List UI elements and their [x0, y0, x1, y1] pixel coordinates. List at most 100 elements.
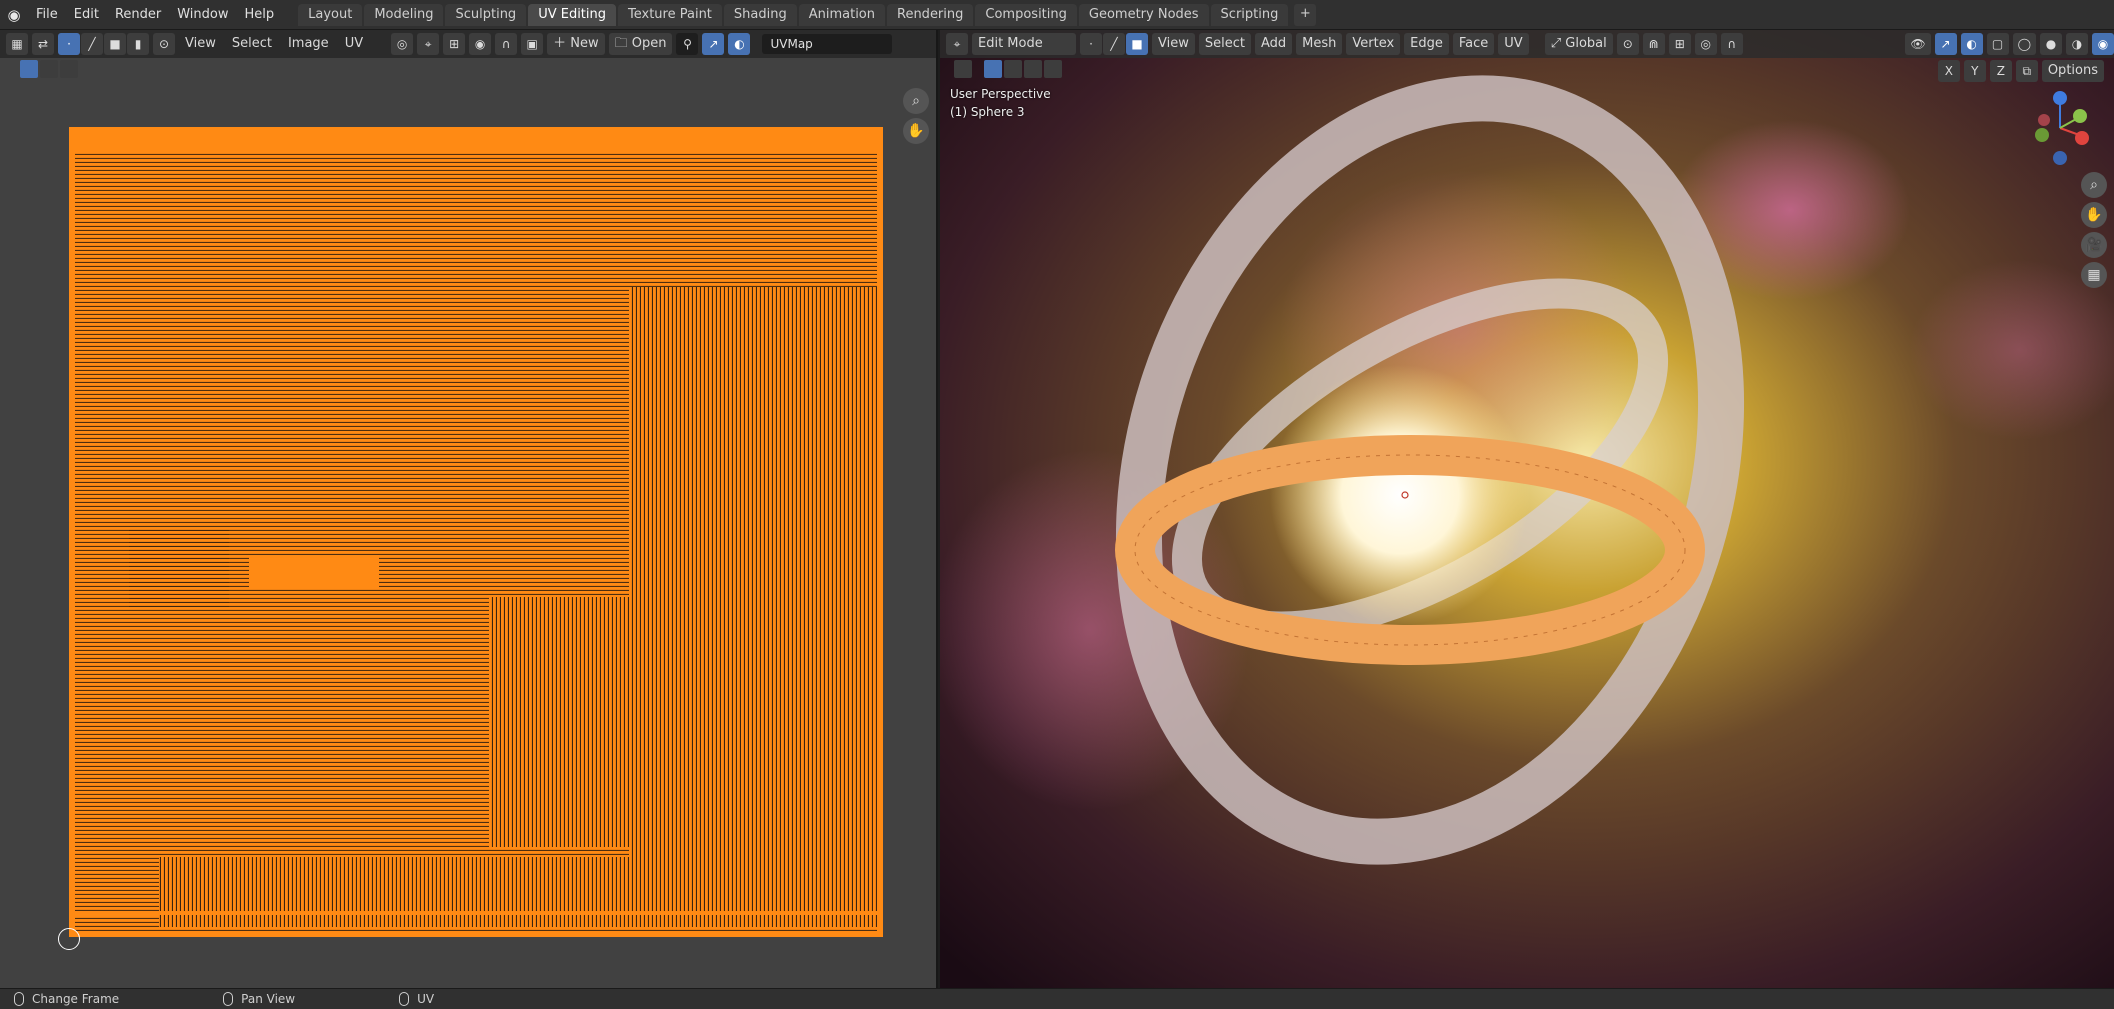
uvmap-field[interactable]: UVMap: [762, 34, 893, 54]
face-mode-icon[interactable]: ■: [1126, 33, 1148, 55]
uv-menu-view[interactable]: View: [179, 33, 222, 55]
status-change-frame-label: Change Frame: [32, 992, 120, 1006]
viewport-header: ⌖ Edit Mode · ╱ ■ View Select Add Mesh V…: [940, 30, 2114, 58]
tab-compositing[interactable]: Compositing: [975, 3, 1077, 26]
viewport-gizmo-icon[interactable]: ↗: [1934, 33, 1957, 55]
menu-help[interactable]: Help: [237, 4, 283, 26]
tab-uv-editing[interactable]: UV Editing: [528, 3, 617, 26]
new-image-label: New: [570, 36, 599, 51]
sticky-select-icon[interactable]: ⊙: [153, 33, 175, 55]
status-pan-view-label: Pan View: [241, 992, 296, 1006]
edge-mode-icon[interactable]: ╱: [1103, 33, 1125, 55]
shading-wireframe-icon[interactable]: ◯: [2012, 33, 2036, 55]
pivot-point-icon[interactable]: ⊙: [1616, 33, 1639, 55]
snap-increment-icon[interactable]: ⊞: [1668, 33, 1691, 55]
viewport-menu-edge[interactable]: Edge: [1404, 33, 1449, 55]
options-dropdown[interactable]: Options: [2041, 60, 2104, 82]
pan-hand-icon[interactable]: ✋: [903, 118, 929, 144]
select-sub-icon[interactable]: [1024, 60, 1042, 78]
select-new-icon[interactable]: [984, 60, 1002, 78]
auto-merge-icon[interactable]: ⧉: [2015, 60, 2038, 82]
menu-file[interactable]: File: [28, 4, 66, 26]
add-workspace-button[interactable]: +: [1294, 3, 1317, 26]
menu-render[interactable]: Render: [107, 4, 169, 26]
select-extend-icon[interactable]: [40, 60, 58, 78]
proportional-falloff-icon[interactable]: ∩: [1720, 33, 1743, 55]
snap-icon[interactable]: ⌖: [417, 33, 440, 55]
shading-material-icon[interactable]: ◑: [2066, 33, 2088, 55]
snap-magnet-icon[interactable]: ⋒: [1642, 33, 1665, 55]
open-image-button[interactable]: 🗀 Open: [608, 33, 673, 55]
editor-type-icon[interactable]: ▦: [6, 33, 28, 55]
viewport-menu-add[interactable]: Add: [1254, 33, 1293, 55]
image-browse-icon[interactable]: ▣: [521, 33, 544, 55]
tab-modeling[interactable]: Modeling: [364, 3, 444, 26]
face-select-icon[interactable]: ■: [104, 33, 126, 55]
status-uv-label: UV: [417, 992, 435, 1006]
tab-shading[interactable]: Shading: [723, 3, 797, 26]
viewport-menu-uv[interactable]: UV: [1498, 33, 1529, 55]
3d-viewport: ⌖ Edit Mode · ╱ ■ View Select Add Mesh V…: [940, 30, 2114, 988]
menu-window[interactable]: Window: [169, 4, 236, 26]
viewport-scene[interactable]: [940, 30, 2114, 988]
select-add-icon[interactable]: [1004, 60, 1022, 78]
select-invert-icon[interactable]: [1044, 60, 1062, 78]
uv-menu-select[interactable]: Select: [226, 33, 278, 55]
select-box-icon[interactable]: [20, 60, 38, 78]
uv-map-canvas[interactable]: [69, 127, 883, 937]
viewport-menu-view[interactable]: View: [1152, 33, 1195, 55]
vertex-mode-icon[interactable]: ·: [1080, 33, 1102, 55]
shading-solid-icon[interactable]: ●: [2040, 33, 2062, 55]
status-uv: UV: [399, 992, 434, 1006]
viewport-menu-face[interactable]: Face: [1452, 33, 1495, 55]
shading-rendered-icon[interactable]: ◉: [2092, 33, 2114, 55]
mirror-y-toggle[interactable]: Y: [1963, 60, 1986, 82]
blender-logo-icon[interactable]: ◉: [0, 0, 28, 30]
mirror-z-toggle[interactable]: Z: [1989, 60, 2012, 82]
tab-scripting[interactable]: Scripting: [1210, 3, 1289, 26]
uv-menu-uv[interactable]: UV: [339, 33, 369, 55]
tab-sculpting[interactable]: Sculpting: [445, 3, 527, 26]
visibility-icon[interactable]: 👁: [1905, 33, 1931, 55]
orientation-dropdown[interactable]: ⤢ Global: [1544, 33, 1613, 55]
tab-texture-paint[interactable]: Texture Paint: [618, 3, 722, 26]
viewport-editor-type-icon[interactable]: ⌖: [946, 33, 968, 55]
proportional-edit-icon[interactable]: ◉: [469, 33, 492, 55]
mirror-x-toggle[interactable]: X: [1937, 60, 1960, 82]
mode-dropdown[interactable]: Edit Mode: [972, 33, 1076, 55]
pivot-icon[interactable]: ◎: [391, 33, 414, 55]
viewport-menu-select[interactable]: Select: [1198, 33, 1251, 55]
viewport-pan-icon[interactable]: ✋: [2081, 202, 2107, 228]
viewport-overlay-icon[interactable]: ◐: [1960, 33, 1983, 55]
proportional-editing-icon[interactable]: ◎: [1694, 33, 1717, 55]
top-bar: ◉ File Edit Render Window Help Layout Mo…: [0, 0, 2114, 30]
select-subtract-icon[interactable]: [60, 60, 78, 78]
camera-view-icon[interactable]: 🎥: [2081, 232, 2107, 258]
viewport-zoom-icon[interactable]: ⌕: [2081, 172, 2107, 198]
snap-target-icon[interactable]: ⊞: [443, 33, 466, 55]
uv-menu-image[interactable]: Image: [282, 33, 335, 55]
xray-icon[interactable]: ▢: [1986, 33, 2009, 55]
navigation-gizmo[interactable]: [2020, 88, 2100, 168]
tab-rendering[interactable]: Rendering: [887, 3, 974, 26]
tab-layout[interactable]: Layout: [298, 3, 363, 26]
menu-edit[interactable]: Edit: [66, 4, 107, 26]
new-image-button[interactable]: ＋ New: [547, 33, 605, 55]
edge-select-icon[interactable]: ╱: [81, 33, 103, 55]
cursor-2d-icon: [58, 928, 80, 950]
viewport-menu-mesh[interactable]: Mesh: [1296, 33, 1343, 55]
viewport-subheader: [940, 58, 1062, 80]
vertex-select-icon[interactable]: ·: [58, 33, 80, 55]
tool-active-icon[interactable]: [954, 60, 972, 78]
falloff-icon[interactable]: ∩: [495, 33, 518, 55]
viewport-menu-vertex[interactable]: Vertex: [1346, 33, 1401, 55]
tab-geometry-nodes[interactable]: Geometry Nodes: [1078, 3, 1209, 26]
sync-selection-icon[interactable]: ⇄: [32, 33, 54, 55]
pin-icon[interactable]: ⚲: [676, 33, 699, 55]
gizmo-toggle-icon[interactable]: ↗: [702, 33, 725, 55]
overlay-toggle-icon[interactable]: ◐: [728, 33, 751, 55]
island-select-icon[interactable]: ▮: [127, 33, 149, 55]
zoom-icon[interactable]: ⌕: [903, 88, 929, 114]
ortho-toggle-icon[interactable]: ▦: [2081, 262, 2107, 288]
tab-animation[interactable]: Animation: [798, 3, 885, 26]
